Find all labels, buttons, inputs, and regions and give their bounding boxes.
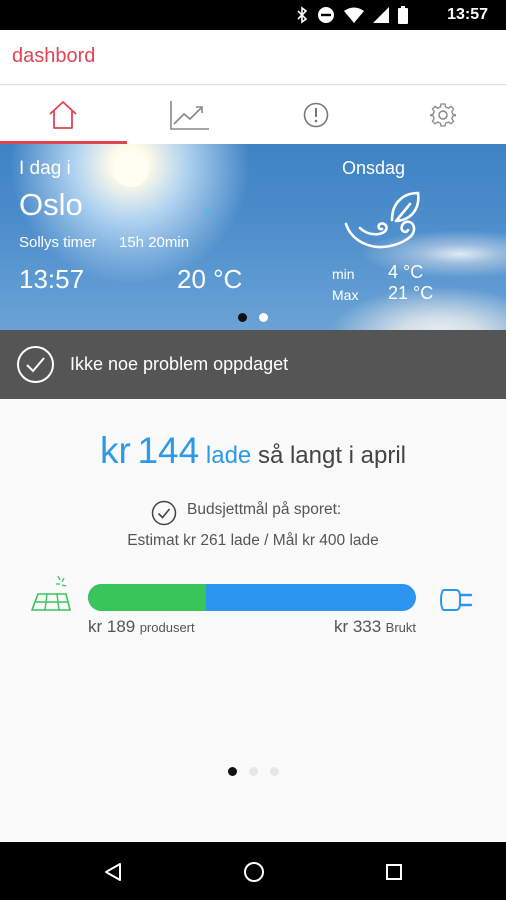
home-icon [49,101,77,129]
used-legend: kr 333 Brukt [334,617,416,637]
used-label: Brukt [385,620,416,635]
min-temperature: 4 °C [388,262,424,282]
tab-settings[interactable] [380,86,506,144]
status-message: Ikke noe problem oppdaget [70,354,289,374]
status-time: 13:57 [447,6,488,23]
tab-home[interactable] [0,86,127,144]
amount-value: 144 [137,430,200,471]
signal-icon [373,7,389,23]
pager-dot[interactable] [259,313,268,322]
sun-hours-label: Sollys timer [19,234,97,251]
page-indicator [228,767,279,776]
gear-icon [429,103,456,127]
check-circle-small-icon [151,500,177,526]
produced-label: produsert [139,620,195,635]
energy-bar-produced [88,584,207,611]
sun-icon [113,151,149,187]
current-temperature: 20 °C [177,264,243,294]
recents-icon[interactable] [385,863,403,881]
page-dot[interactable] [270,767,279,776]
lens-flare [203,207,211,216]
budget-title: Budsjettmål på sporet: [187,501,342,518]
monthly-summary: kr 144 lade så langt i april [0,430,506,472]
tab-alerts[interactable] [253,86,380,144]
solar-panel-icon [30,575,72,611]
amount-unit: lade [205,442,252,469]
energy-bar [88,584,416,611]
used-value: kr 333 [333,617,382,636]
produced-legend: kr 189 produsert [88,617,195,637]
home-nav-icon[interactable] [243,861,265,883]
tab-trend[interactable] [127,86,254,144]
page-dot-active[interactable] [228,767,237,776]
budget-detail: Estimat kr 261 lade / Mål kr 400 lade [127,532,379,549]
wifi-icon [344,7,364,23]
status-banner: Ikke noe problem oppdaget [0,330,506,399]
plug-icon [440,589,473,611]
bluetooth-icon [297,6,308,24]
back-icon[interactable] [104,862,122,882]
check-circle-icon [17,346,54,383]
weather-pager [238,313,268,322]
max-temperature: 21 °C [388,283,434,303]
app-bar: dashbord [0,30,506,85]
min-label: min [332,266,355,282]
weather-card[interactable]: I dag i Oslo Sollys timer 15h 20min 13:5… [0,144,506,330]
budget-status: Budsjettmål på sporet: Estimat kr 261 la… [0,500,506,550]
chart-line-icon [169,101,209,130]
system-nav-bar [0,842,506,900]
forecast-day: Onsdag [342,158,406,178]
tab-bar [0,86,506,144]
app-title: dashbord [12,45,96,67]
max-label: Max [332,287,359,303]
produced-value: kr 189 [88,617,136,636]
status-bar: 13:57 [0,0,506,30]
wind-leaf-icon [344,191,420,249]
page-dot[interactable] [249,767,258,776]
amount-suffix: så langt i april [257,442,407,469]
amount-currency: kr [99,430,131,471]
today-label: I dag i [19,158,71,179]
pager-dot-active[interactable] [238,313,247,322]
current-time: 13:57 [19,264,85,294]
do-not-disturb-icon [318,7,334,23]
sun-hours-value: 15h 20min [119,234,190,251]
battery-icon [398,6,408,24]
alert-icon [303,102,329,128]
city-name: Oslo [19,187,83,222]
